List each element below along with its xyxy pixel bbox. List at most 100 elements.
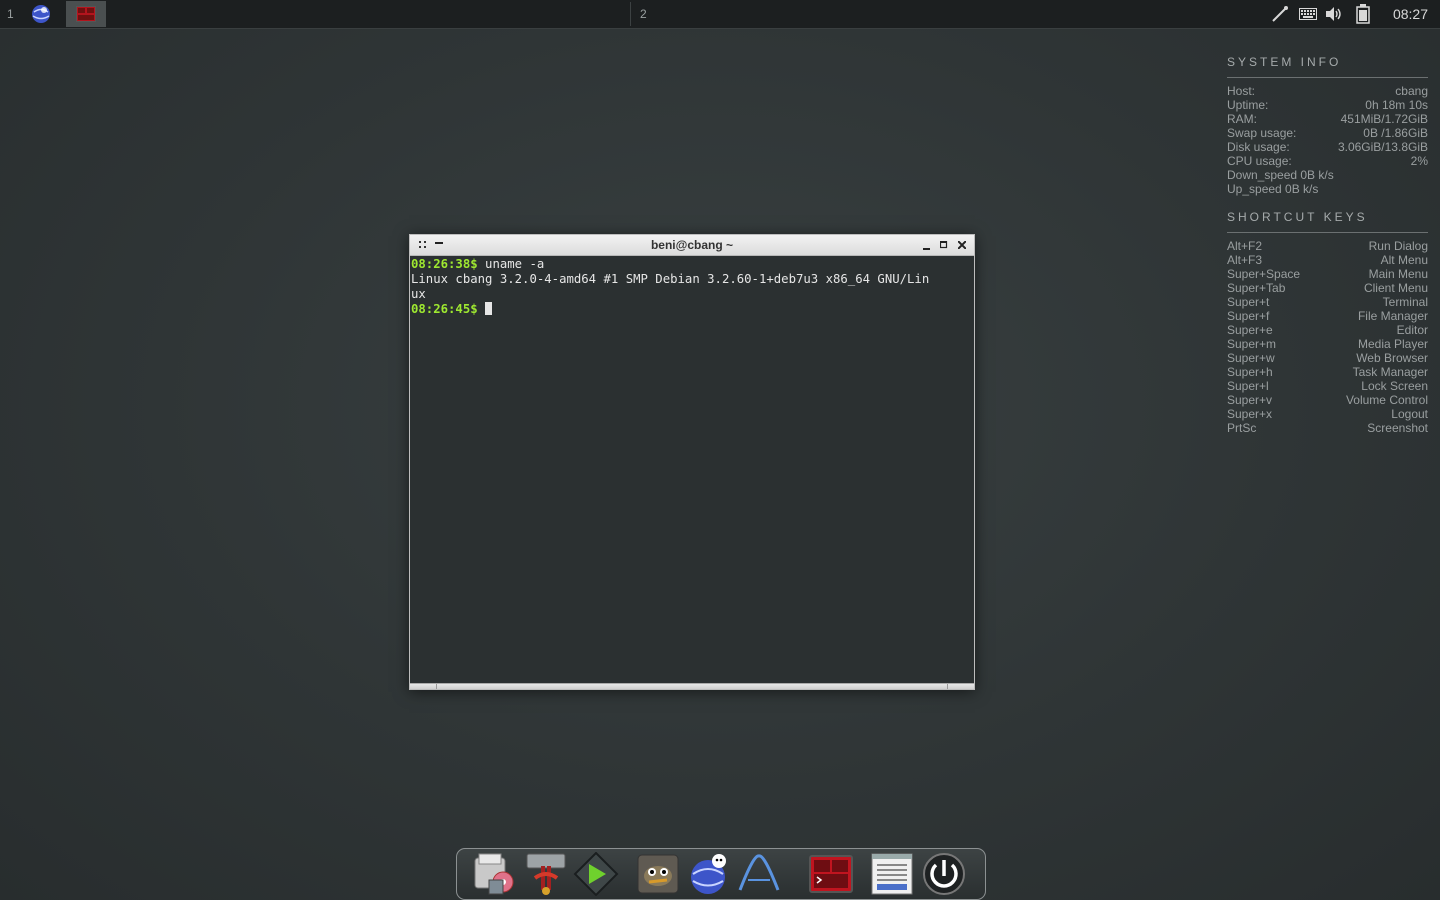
window-resize-handle[interactable] — [410, 683, 974, 689]
shortcut-action: Media Player — [1357, 337, 1428, 351]
volume-icon — [1326, 7, 1341, 21]
dock-item-logout[interactable] — [921, 852, 967, 896]
window-titlebar[interactable]: beni@cbang ~ — [410, 235, 974, 256]
shortcut-key: Super+f — [1227, 309, 1270, 323]
task-manager-icon — [871, 853, 913, 895]
command-text — [478, 302, 485, 316]
shortcut-row: Super+l Lock Screen — [1227, 379, 1428, 393]
workspace-1-label[interactable]: 1 — [7, 7, 14, 21]
media-player-icon — [573, 852, 619, 896]
clock[interactable]: 08:27 — [1393, 6, 1428, 22]
system-info-label: Swap usage: — [1227, 126, 1297, 140]
dock-item-web-browser[interactable] — [686, 852, 732, 896]
dock-item-task-manager[interactable] — [869, 852, 915, 896]
system-info-row: Uptime: 0h 18m 10s — [1227, 98, 1428, 112]
shortcut-action: Client Menu — [1363, 281, 1428, 295]
shortcut-key: Alt+F2 — [1227, 239, 1263, 253]
shortcut-action: Main Menu — [1368, 267, 1428, 281]
terminal-output[interactable]: 08:26:38$ uname -a Linux cbang 3.2.0-4-am… — [411, 257, 973, 682]
divider — [1227, 232, 1428, 233]
system-info-label: Down_speed 0B k/s — [1227, 168, 1334, 182]
system-info-row: Disk usage: 3.06GiB/13.8GiB — [1227, 140, 1428, 154]
shortcut-keys-title: SHORTCUT KEYS — [1227, 210, 1368, 224]
system-info-label: RAM: — [1227, 112, 1257, 126]
resize-grip-right[interactable] — [947, 684, 948, 689]
battery-icon — [1356, 4, 1370, 24]
terminal-line: 08:26:38$ uname -a — [411, 257, 973, 272]
minimize-icon — [923, 248, 930, 250]
system-info-label: Up_speed 0B k/s — [1227, 182, 1319, 196]
web-browser-task-button[interactable] — [26, 1, 56, 27]
shortcut-action: File Manager — [1357, 309, 1428, 323]
shortcut-action: Logout — [1391, 407, 1428, 421]
shortcut-key: Super+v — [1227, 393, 1273, 407]
system-info-label: Host: — [1227, 84, 1256, 98]
editor-icon — [738, 854, 780, 891]
system-info-label: Uptime: — [1227, 98, 1269, 112]
terminal-line: 08:26:45$ — [411, 302, 973, 317]
system-info-row: Host: cbang — [1227, 84, 1428, 98]
dock-item-media-player[interactable] — [573, 852, 619, 896]
shortcut-key: Super+h — [1227, 365, 1273, 379]
shortcut-row: Super+t Terminal — [1227, 295, 1428, 309]
shortcut-action: Web Browser — [1356, 351, 1428, 365]
shortcut-key: Alt+F3 — [1227, 253, 1263, 267]
system-info-value: 0h 18m 10s — [1365, 98, 1428, 112]
conky-widget: SYSTEM INFO Host: cbang Uptime: 0h 18m 10s R… — [1227, 55, 1428, 435]
network-tray-button[interactable] — [1270, 5, 1290, 23]
maximize-button[interactable] — [937, 238, 951, 252]
panel-divider — [630, 2, 631, 26]
shortcut-row: PrtSc Screenshot — [1227, 421, 1428, 435]
system-info-list: Host: cbang Uptime: 0h 18m 10s RAM: 451MiB/1.… — [1227, 84, 1428, 196]
power-icon — [923, 853, 965, 895]
terminal-task-button[interactable] — [66, 1, 106, 27]
shortcut-row: Super+e Editor — [1227, 323, 1428, 337]
shortcut-key: Super+x — [1227, 407, 1273, 421]
divider — [1227, 77, 1428, 78]
system-info-row: CPU usage: 2% — [1227, 154, 1428, 168]
dock-item-file-manager[interactable] — [471, 852, 517, 896]
battery-tray-button[interactable] — [1353, 4, 1373, 24]
shortcut-row: Super+m Media Player — [1227, 337, 1428, 351]
dock — [456, 848, 986, 900]
system-info-row: Down_speed 0B k/s — [1227, 168, 1428, 182]
shortcut-action: Editor — [1396, 323, 1428, 337]
shortcut-action: Lock Screen — [1361, 379, 1428, 393]
shortcut-key: Super+w — [1227, 351, 1275, 365]
shortcut-row: Alt+F2 Run Dialog — [1227, 239, 1428, 253]
terminal-line: Linux cbang 3.2.0-4-amd64 #1 SMP Debian … — [411, 272, 930, 286]
system-info-value: 0B /1.86GiB — [1363, 126, 1428, 140]
terminal-icon — [809, 855, 853, 893]
keyboard-tray-button[interactable] — [1298, 5, 1318, 23]
resize-grip-left[interactable] — [436, 684, 437, 689]
close-button[interactable] — [955, 238, 969, 252]
web-browser-icon — [691, 854, 726, 894]
shortcut-key: Super+e — [1227, 323, 1273, 337]
minimize-button[interactable] — [920, 238, 934, 252]
network-icon — [1272, 6, 1288, 22]
prompt: 08:26:45$ — [411, 302, 478, 316]
system-info-label: Disk usage: — [1227, 140, 1290, 154]
volume-tray-button[interactable] — [1324, 5, 1344, 23]
prompt: 08:26:38$ — [411, 257, 478, 271]
dock-item-terminal[interactable] — [808, 852, 854, 896]
dock-item-settings-tools[interactable] — [523, 852, 569, 896]
dock-item-gimp[interactable] — [635, 852, 681, 896]
shortcut-action: Volume Control — [1345, 393, 1428, 407]
shortcut-row: Alt+F3 Alt Menu — [1227, 253, 1428, 267]
shortcut-action: Screenshot — [1367, 421, 1428, 435]
shortcut-keys-list: Alt+F2 Run Dialog Alt+F3 Alt Menu Super+Spac… — [1227, 239, 1428, 435]
dock-item-editor[interactable] — [736, 852, 782, 896]
system-info-title: SYSTEM INFO — [1227, 55, 1342, 69]
text-cursor — [485, 302, 493, 315]
system-info-value: 2% — [1410, 154, 1428, 168]
window-title: beni@cbang ~ — [650, 238, 734, 252]
shortcut-key: Super+t — [1227, 295, 1270, 309]
shortcut-key: Super+Tab — [1227, 281, 1286, 295]
shortcut-action: Terminal — [1382, 295, 1428, 309]
file-manager-icon — [474, 853, 514, 895]
shortcut-action: Alt Menu — [1380, 253, 1428, 267]
terminal-window[interactable]: beni@cbang ~ 08:26:38$ uname -a Linux cba… — [409, 234, 975, 690]
workspace-2-label[interactable]: 2 — [640, 7, 647, 21]
shortcut-row: Super+h Task Manager — [1227, 365, 1428, 379]
